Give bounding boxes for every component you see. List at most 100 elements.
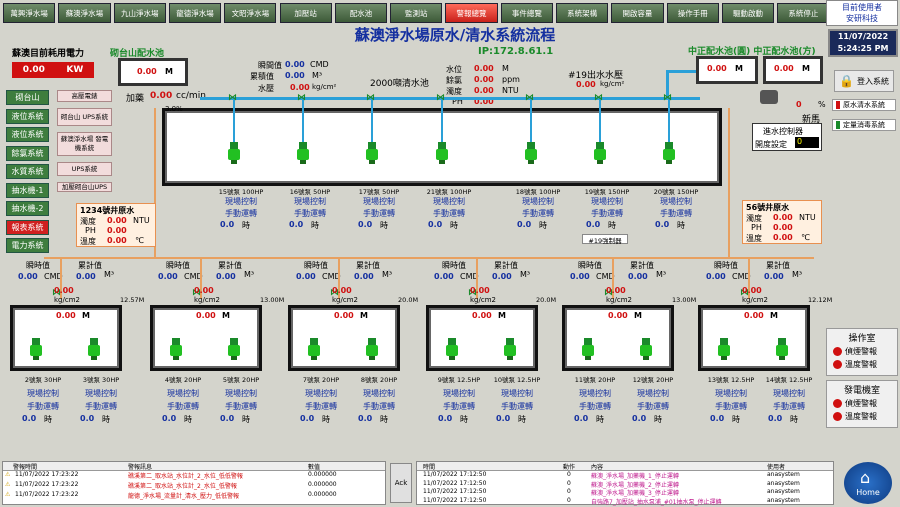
- event-time: 11/07/2022 17:12:50: [423, 479, 487, 487]
- pump-icon[interactable]: [366, 338, 378, 360]
- sidebar-item-1[interactable]: 液位系統: [6, 108, 49, 124]
- tab-4[interactable]: 文昭淨水場: [224, 3, 277, 23]
- pump-icon[interactable]: [228, 338, 240, 360]
- login-button[interactable]: 🔒 登入系統: [834, 70, 894, 92]
- valve-icon[interactable]: ⋈: [297, 93, 306, 103]
- table-row[interactable]: 11/07/2022 17:12:50 0 蘇澳_淨水場_加藥機_3_停止運轉 ana…: [417, 488, 833, 497]
- pump-hours: 0.0: [22, 414, 37, 423]
- alarm19-button[interactable]: #19強制器: [582, 234, 628, 245]
- pool-cl-label: 餘氯: [446, 76, 462, 85]
- pump-hours: 0.0: [162, 414, 177, 423]
- tab-2[interactable]: 九山淨水場: [113, 3, 166, 23]
- tab-5[interactable]: 加壓站: [279, 3, 332, 23]
- table-row[interactable]: 11/07/2022 17:12:50 0 自強路7_加壓站_抽水泵浦_#01抽水泵…: [417, 497, 833, 506]
- pump-mode: 手動運轉: [501, 402, 533, 411]
- pink-button-1[interactable]: 砌台山 UPS系統: [57, 108, 112, 126]
- tab-1[interactable]: 蘇澳淨水場: [58, 3, 111, 23]
- well-level-unit: M: [360, 311, 368, 320]
- home-button[interactable]: ⌂ Home: [844, 462, 892, 504]
- pump-icon[interactable]: [718, 338, 730, 360]
- pink-button-3[interactable]: UPS系統: [57, 162, 112, 176]
- pink-button-4[interactable]: 加壓砌台山UPS: [57, 182, 112, 192]
- ops-temp-alarm: 溫度警報: [833, 359, 897, 370]
- sidebar-item-4[interactable]: 水質系統: [6, 164, 49, 179]
- water-control-set-input[interactable]: 0: [795, 137, 819, 148]
- pump-icon[interactable]: [228, 142, 240, 164]
- top-tank-unit: M: [165, 67, 173, 76]
- valve-icon[interactable]: ⋈: [366, 93, 375, 103]
- valve-icon[interactable]: ⋈: [663, 93, 672, 103]
- pump-icon[interactable]: [297, 142, 309, 164]
- alarm-table[interactable]: 警報時間 警報訊息 數值 ⚠ 11/07/2022 17:23:22 礁溪第二_取水站_水…: [2, 461, 386, 505]
- valve-icon[interactable]: ⋈: [525, 93, 534, 103]
- tab-9[interactable]: 事件總覽: [500, 3, 553, 23]
- valve-icon[interactable]: ⋈: [594, 93, 603, 103]
- tab-7[interactable]: 監測站: [390, 3, 443, 23]
- sidebar-item-7[interactable]: 報表系統: [6, 219, 49, 235]
- event-table[interactable]: 時間 動作 內容 使用者 11/07/2022 17:12:50 0 蘇澳_淨水場_加藥機_…: [416, 461, 834, 506]
- well-depth: 12.57M: [120, 296, 145, 304]
- pump-hours-unit: 時: [677, 221, 685, 230]
- table-row[interactable]: ⚠ 11/07/2022 17:23:22 礁溪第二_取水站_水位計_2_水位_低警…: [3, 481, 385, 491]
- table-row[interactable]: ⚠ 11/07/2022 17:23:22 礁溪第二_取水站_水位計_2_水位_低低…: [3, 471, 385, 481]
- tab-8[interactable]: 警報總覽: [445, 3, 498, 23]
- pump-icon[interactable]: [582, 338, 594, 360]
- pump-icon[interactable]: [446, 338, 458, 360]
- top-tank-box: 0.00 M: [118, 58, 188, 86]
- pump-icon[interactable]: [594, 142, 606, 164]
- top-press-unit: kg/cm²: [312, 83, 337, 91]
- sidebar-item-3[interactable]: 餘氯系統: [6, 145, 49, 161]
- ack-button[interactable]: Ack: [390, 463, 412, 503]
- pump-icon[interactable]: [170, 338, 182, 360]
- event-act: 0: [567, 471, 571, 478]
- sidebar-item-2[interactable]: 液位系統: [6, 127, 49, 142]
- pump-mode: 手動運轉: [85, 402, 117, 411]
- tab-13[interactable]: 驅動啟動: [721, 3, 775, 23]
- tab-3[interactable]: 龍德淨水場: [168, 3, 222, 23]
- well-total-label: 累計值: [356, 261, 380, 270]
- well-press-unit: kg/cm2: [332, 296, 358, 304]
- disinfect-button[interactable]: 定量消毒系統: [832, 119, 896, 131]
- pump-name: 5號泵 20HP: [222, 376, 260, 384]
- clock-time: 5:24:25 PM: [837, 44, 889, 53]
- pump-icon[interactable]: [30, 338, 42, 360]
- pump-icon[interactable]: [640, 338, 652, 360]
- table-row[interactable]: ⚠ 11/07/2022 17:23:22 龍德_淨水場_流量計_清水_壓力_低低警…: [3, 491, 385, 501]
- table-row[interactable]: 11/07/2022 17:12:50 0 蘇澳_淨水場_加藥機_1_停止運轉 ana…: [417, 471, 833, 480]
- well-depth: 13.00M: [260, 296, 285, 304]
- tab-14[interactable]: 系統停止: [777, 3, 830, 23]
- pump-icon[interactable]: [436, 142, 448, 164]
- valve-icon[interactable]: ⋈: [228, 93, 237, 103]
- pump-icon[interactable]: [308, 338, 320, 360]
- tab-0[interactable]: 萬興淨水場: [3, 3, 56, 23]
- pump-hours-unit: 時: [44, 415, 52, 424]
- pump-hours: 0.0: [768, 414, 783, 423]
- sidebar-item-8[interactable]: 電力系統: [6, 238, 49, 253]
- pump-hours: 0.0: [428, 220, 443, 229]
- pink-button-0[interactable]: 高壓電錶: [57, 90, 112, 102]
- sidebar-item-6[interactable]: 抽水機-2: [6, 201, 49, 216]
- pool-turb-unit: NTU: [502, 86, 519, 95]
- tab-10[interactable]: 系統架構: [556, 3, 609, 23]
- pump-icon[interactable]: [776, 338, 788, 360]
- sidebar-item-5[interactable]: 抽水機-1: [6, 182, 49, 198]
- pump-pipe: [441, 99, 443, 144]
- pink-button-2[interactable]: 蘇澳淨水場 發電機系統: [57, 132, 112, 156]
- well1234-temp: 0.00: [107, 236, 127, 245]
- table-row[interactable]: 11/07/2022 17:12:50 0 蘇澳_淨水場_加藥機_2_停止運轉 ana…: [417, 480, 833, 489]
- pump-icon[interactable]: [366, 142, 378, 164]
- tab-12[interactable]: 操作手冊: [666, 3, 719, 23]
- pump-icon[interactable]: [88, 338, 100, 360]
- raw-clear-button[interactable]: 原水清水系統: [832, 99, 896, 111]
- well-level: 0.00: [744, 311, 764, 320]
- pump-icon[interactable]: [504, 338, 516, 360]
- event-act: 0: [567, 496, 571, 504]
- tab-6[interactable]: 配水池: [334, 3, 388, 23]
- tab-11[interactable]: 開啟容量: [611, 3, 664, 23]
- pump-mode: 手動運轉: [637, 402, 669, 411]
- sidebar-item-0[interactable]: 砌台山: [6, 90, 49, 105]
- pump-icon[interactable]: [525, 142, 537, 164]
- valve-icon[interactable]: ⋈: [436, 93, 445, 103]
- pump-icon[interactable]: [663, 142, 675, 164]
- water-control-set-label: 開度設定: [755, 140, 787, 149]
